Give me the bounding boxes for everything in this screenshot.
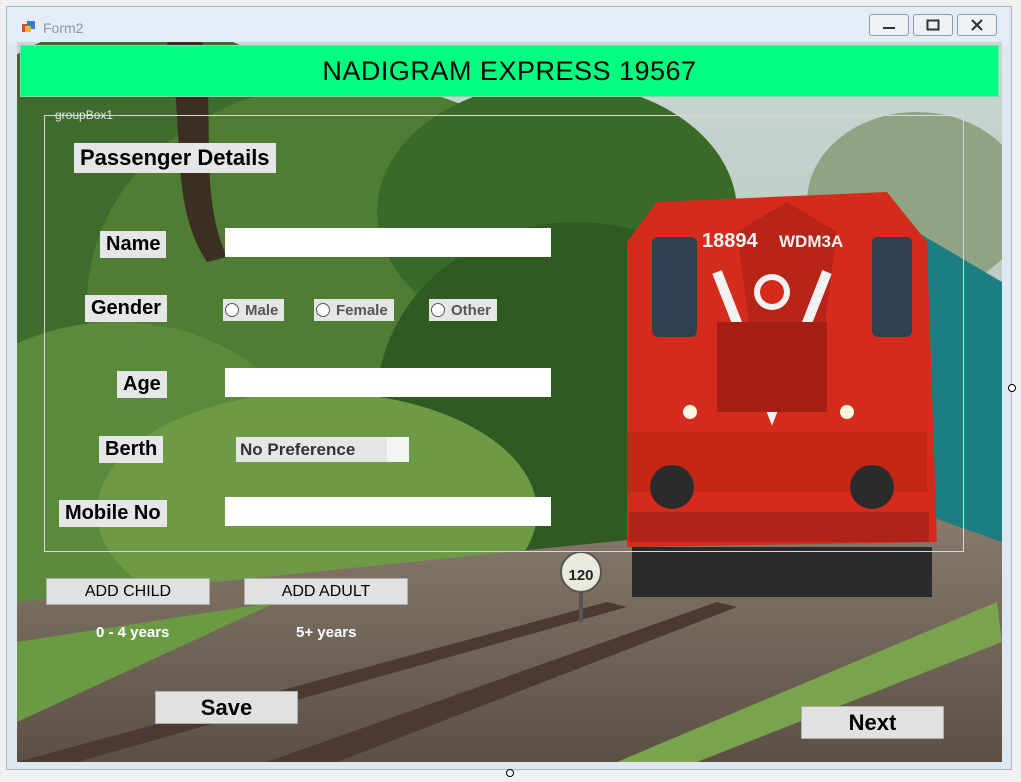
- radio-button-icon: [431, 303, 445, 317]
- speed-sign-label: 120: [568, 567, 593, 584]
- age-label: Age: [117, 371, 167, 398]
- passenger-details-heading: Passenger Details: [74, 143, 276, 173]
- radio-button-icon: [316, 303, 330, 317]
- gender-option-label: Other: [451, 301, 492, 319]
- mobile-input[interactable]: [225, 497, 551, 526]
- maximize-button[interactable]: [913, 14, 953, 36]
- name-label: Name: [100, 231, 167, 258]
- radio-button-icon: [225, 303, 239, 317]
- age-input[interactable]: [225, 368, 551, 397]
- minimize-button[interactable]: [869, 14, 909, 36]
- adult-age-note: 5+ years: [296, 624, 357, 641]
- close-button[interactable]: [957, 14, 997, 36]
- resize-handle-right[interactable]: [1008, 384, 1016, 392]
- mobile-label: Mobile No: [59, 500, 167, 527]
- maximize-icon: [926, 19, 940, 31]
- child-age-note: 0 - 4 years: [96, 624, 170, 641]
- window-title: Form2: [43, 20, 84, 36]
- gender-option-label: Male: [245, 301, 279, 319]
- train-name-banner: NADIGRAM EXPRESS 19567: [20, 45, 999, 97]
- add-child-button[interactable]: ADD CHILD: [46, 578, 210, 605]
- next-label: Next: [848, 709, 897, 735]
- app-icon: [21, 19, 37, 35]
- gender-radio-female[interactable]: Female: [314, 299, 394, 321]
- gender-option-label: Female: [336, 301, 388, 319]
- add-adult-label: ADD ADULT: [281, 582, 371, 600]
- title-bar[interactable]: Form2: [7, 7, 1009, 45]
- add-child-label: ADD CHILD: [84, 582, 172, 600]
- save-button[interactable]: Save: [155, 691, 298, 724]
- gender-radio-other[interactable]: Other: [429, 299, 498, 321]
- close-icon: [971, 19, 983, 31]
- gender-radio-male[interactable]: Male: [223, 299, 285, 321]
- minimize-icon: [883, 27, 895, 29]
- berth-label: Berth: [99, 436, 164, 463]
- next-button[interactable]: Next: [801, 706, 944, 739]
- berth-selected-value: No Preference: [240, 439, 356, 459]
- add-adult-button[interactable]: ADD ADULT: [244, 578, 408, 605]
- berth-select[interactable]: No Preference: [236, 437, 409, 462]
- dropdown-arrow-icon[interactable]: [387, 437, 409, 462]
- passenger-groupbox: [44, 115, 964, 552]
- gender-label: Gender: [85, 295, 168, 322]
- groupbox-title: groupBox1: [55, 108, 114, 122]
- save-label: Save: [200, 694, 253, 720]
- resize-handle-bottom[interactable]: [506, 769, 514, 777]
- name-input[interactable]: [225, 228, 551, 257]
- train-name-title: NADIGRAM EXPRESS 19567: [322, 55, 697, 86]
